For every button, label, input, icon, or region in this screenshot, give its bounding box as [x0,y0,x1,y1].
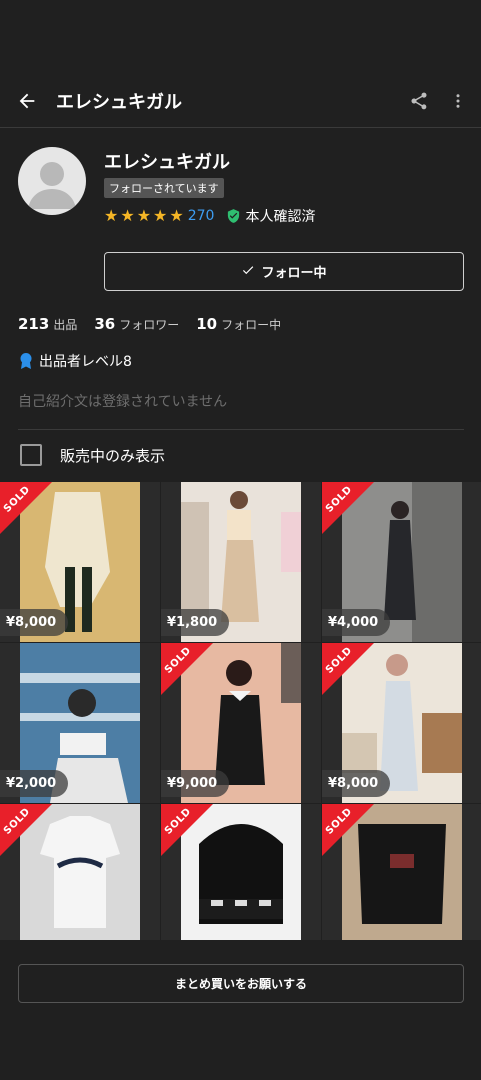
following-button-label: フォロー中 [261,266,327,281]
more-vert-icon [456,93,460,108]
seller-level[interactable]: 出品者レベル8 [18,351,132,371]
app-bar: エレシュキガル [0,74,481,128]
on-sale-checkbox[interactable] [20,444,42,466]
ribbon-badge-icon [18,352,34,370]
item-tile[interactable]: SOLD [0,804,160,940]
following-stat[interactable]: 10 フォロー中 [196,315,281,333]
followers-stat[interactable]: 36 フォロワー [94,315,179,333]
star-icon: ★ [120,206,135,225]
listings-label: 出品 [53,318,78,332]
item-tile[interactable]: SOLD ¥9,000 [161,643,321,803]
price-tag: ¥8,000 [322,770,391,797]
back-button[interactable] [0,74,54,128]
star-icon: ★ [169,206,184,225]
on-sale-filter[interactable]: 販売中のみ表示 [20,444,165,466]
more-options-button[interactable] [439,74,477,128]
following-label: フォロー中 [221,318,282,332]
verified-shield-icon [226,208,241,224]
listings-count: 213 [18,315,50,333]
item-tile[interactable]: SOLD ¥4,000 [322,482,481,642]
following-button[interactable]: フォロー中 [104,252,464,291]
bulk-purchase-request-button[interactable]: まとめ買いをお願いする [18,964,464,1003]
profile-info: エレシュキガル フォローされています ★ ★ ★ ★ ★ 270 本人確認済 [104,148,315,226]
rating-row[interactable]: ★ ★ ★ ★ ★ 270 本人確認済 [104,206,315,226]
on-sale-filter-label: 販売中のみ表示 [60,446,166,465]
bio-text: 自己紹介文は登録されていません [18,394,228,410]
item-tile[interactable]: ¥2,000 [0,643,160,803]
listings-stat[interactable]: 213 出品 [18,315,77,333]
page-title: エレシュキガル [56,91,182,113]
item-tile[interactable]: SOLD [322,804,481,940]
item-tile[interactable]: SOLD [161,804,321,940]
default-avatar-icon [28,162,76,209]
review-count[interactable]: 270 [188,208,215,224]
price-tag: ¥8,000 [0,609,69,636]
check-icon [241,263,255,281]
item-tile[interactable]: ¥1,800 [161,482,321,642]
follows-you-badge: フォローされています [104,178,224,198]
status-bar [0,0,481,74]
rating-stars: ★ ★ ★ ★ ★ [104,208,184,224]
price-tag: ¥2,000 [0,770,69,797]
stats-row: 213 出品 36 フォロワー 10 フォロー中 [18,315,298,333]
share-button[interactable] [399,74,439,128]
verified-label: 本人確認済 [245,209,316,225]
following-count: 10 [196,315,218,333]
item-tile[interactable]: SOLD ¥8,000 [0,482,160,642]
star-icon: ★ [153,206,168,225]
back-arrow-icon [19,93,35,108]
avatar[interactable] [18,147,86,215]
item-tile[interactable]: SOLD ¥8,000 [322,643,481,803]
seller-level-label: 出品者レベル8 [39,354,132,370]
star-icon: ★ [104,206,119,225]
share-icon [411,92,427,109]
profile-name: エレシュキガル [104,152,230,173]
followers-count: 36 [94,315,116,333]
price-tag: ¥4,000 [322,609,391,636]
star-icon: ★ [136,206,152,225]
followers-label: フォロワー [119,318,180,332]
divider [18,429,464,430]
price-tag: ¥1,800 [161,609,230,636]
price-tag: ¥9,000 [161,770,230,797]
bulk-purchase-request-label: まとめ買いをお願いする [174,977,307,991]
